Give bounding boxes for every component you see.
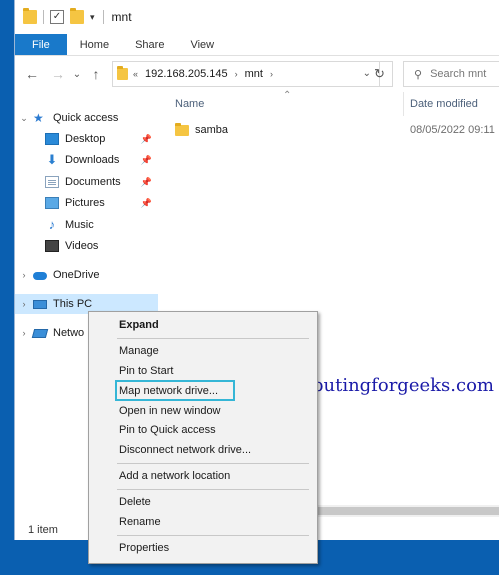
sidebar-item-label: Pictures xyxy=(65,197,105,209)
chevron-right-icon[interactable]: › xyxy=(270,69,273,79)
chevron-right-icon[interactable]: › xyxy=(15,270,33,280)
address-bar-row: ← → ⌄ ↑ « 192.168.205.145 › mnt › ⌄ ↻ ⚲ … xyxy=(15,56,499,92)
chevron-right-icon[interactable]: › xyxy=(15,328,33,338)
menu-item-properties[interactable]: Properties xyxy=(91,538,315,557)
sidebar-item-music[interactable]: ♪ Music xyxy=(15,215,158,235)
pin-icon[interactable]: 📌 xyxy=(141,155,152,166)
download-icon: ⬇ xyxy=(46,152,58,167)
menu-item-pin-quick-access[interactable]: Pin to Quick access xyxy=(91,420,315,439)
list-item[interactable]: samba 08/05/2022 09:11 xyxy=(175,120,499,140)
sidebar-item-quick-access[interactable]: ⌄ ★ Quick access xyxy=(15,108,158,128)
up-arrow-icon[interactable]: ↑ xyxy=(85,66,107,82)
pin-icon[interactable]: 📌 xyxy=(141,177,152,188)
folder-icon xyxy=(23,8,37,24)
check-icon[interactable]: ✓ xyxy=(50,10,64,24)
sidebar-item-label: Netwo xyxy=(53,327,85,339)
title-bar: ✓ ▾ mnt xyxy=(15,0,499,34)
menu-separator xyxy=(117,489,309,490)
sidebar-item-videos[interactable]: Videos xyxy=(15,236,158,256)
menu-item-disconnect-drive[interactable]: Disconnect network drive... xyxy=(91,440,315,459)
title-divider xyxy=(102,10,104,24)
tab-view[interactable]: View xyxy=(177,34,227,55)
pictures-icon xyxy=(45,197,59,209)
sidebar-item-label: Quick access xyxy=(53,112,119,124)
document-icon xyxy=(45,176,59,188)
qat-divider xyxy=(43,10,44,24)
column-header: ⌃ Name Date modified xyxy=(165,90,499,116)
network-folder-icon xyxy=(117,66,128,80)
chevron-right-icon[interactable]: › xyxy=(235,69,238,79)
menu-separator xyxy=(117,535,309,536)
pin-icon[interactable]: 📌 xyxy=(141,134,152,145)
tab-share[interactable]: Share xyxy=(122,34,177,55)
sidebar-item-label: Videos xyxy=(65,240,99,252)
pin-icon[interactable]: 📌 xyxy=(141,198,152,209)
search-input[interactable]: ⚲ Search mnt xyxy=(403,61,499,87)
highlight-box xyxy=(115,380,235,401)
qat-dropdown-icon[interactable]: ▾ xyxy=(90,12,95,23)
network-icon xyxy=(31,328,49,338)
forward-arrow-icon[interactable]: → xyxy=(47,66,69,82)
computer-icon xyxy=(33,299,47,309)
tab-file[interactable]: File xyxy=(15,34,67,55)
menu-item-add-network-location[interactable]: Add a network location xyxy=(91,466,315,485)
tab-home[interactable]: Home xyxy=(67,34,122,55)
sidebar-item-label: Documents xyxy=(65,176,121,188)
chevron-down-icon[interactable]: ⌄ xyxy=(15,113,33,124)
overflow-icon[interactable]: « xyxy=(133,69,138,79)
sidebar-item-label: OneDrive xyxy=(53,269,100,281)
menu-separator xyxy=(117,463,309,464)
refresh-button[interactable]: ↻ xyxy=(367,61,393,87)
music-icon: ♪ xyxy=(48,217,56,232)
video-icon xyxy=(45,240,59,252)
sidebar-item-label: Desktop xyxy=(65,133,106,145)
cloud-icon xyxy=(33,272,47,280)
sidebar-item-label: Downloads xyxy=(65,154,120,166)
column-divider[interactable] xyxy=(403,92,404,116)
menu-item-open-new-window[interactable]: Open in new window xyxy=(91,401,315,420)
sidebar-item-desktop[interactable]: Desktop 📌 xyxy=(15,129,158,149)
ribbon-tabs: File Home Share View xyxy=(15,34,499,56)
search-icon: ⚲ xyxy=(414,68,423,81)
search-placeholder: Search mnt xyxy=(430,68,487,80)
desktop-icon xyxy=(45,133,59,145)
menu-separator xyxy=(117,338,309,339)
chevron-right-icon[interactable]: › xyxy=(15,299,33,309)
menu-item-rename[interactable]: Rename xyxy=(91,512,315,531)
sort-ascending-icon: ⌃ xyxy=(283,90,292,101)
recent-locations-icon[interactable]: ⌄ xyxy=(69,69,85,80)
menu-item-pin-to-start[interactable]: Pin to Start xyxy=(91,361,315,380)
sidebar-item-label: Music xyxy=(65,219,94,231)
address-box[interactable]: « 192.168.205.145 › mnt › ⌄ xyxy=(112,61,380,87)
sidebar-item-pictures[interactable]: Pictures 📌 xyxy=(15,193,158,213)
folder-icon xyxy=(175,122,189,136)
sidebar-item-label: This PC xyxy=(53,298,93,310)
new-folder-icon[interactable] xyxy=(70,8,84,24)
breadcrumb-mnt[interactable]: mnt xyxy=(245,68,263,80)
menu-item-manage[interactable]: Manage xyxy=(91,341,315,360)
sidebar-item-onedrive[interactable]: › OneDrive xyxy=(15,265,158,285)
sidebar-item-downloads[interactable]: ⬇ Downloads 📌 xyxy=(15,150,158,170)
column-date-modified[interactable]: Date modified xyxy=(410,98,478,110)
back-arrow-icon[interactable]: ← xyxy=(21,66,43,82)
breadcrumb-host[interactable]: 192.168.205.145 xyxy=(145,68,228,80)
column-name[interactable]: Name xyxy=(175,98,204,110)
refresh-icon: ↻ xyxy=(374,66,385,81)
file-date: 08/05/2022 09:11 xyxy=(410,124,495,136)
window-title: mnt xyxy=(111,10,132,24)
sidebar-item-documents[interactable]: Documents 📌 xyxy=(15,172,158,192)
file-name: samba xyxy=(195,124,229,136)
menu-item-delete[interactable]: Delete xyxy=(91,492,315,511)
item-count: 1 item xyxy=(28,524,58,536)
menu-item-map-network-drive[interactable]: Map network drive... xyxy=(91,380,315,401)
menu-item-expand[interactable]: Expand xyxy=(91,315,315,334)
context-menu: Expand Manage Pin to Start Map network d… xyxy=(88,311,318,564)
star-icon: ★ xyxy=(33,111,44,125)
